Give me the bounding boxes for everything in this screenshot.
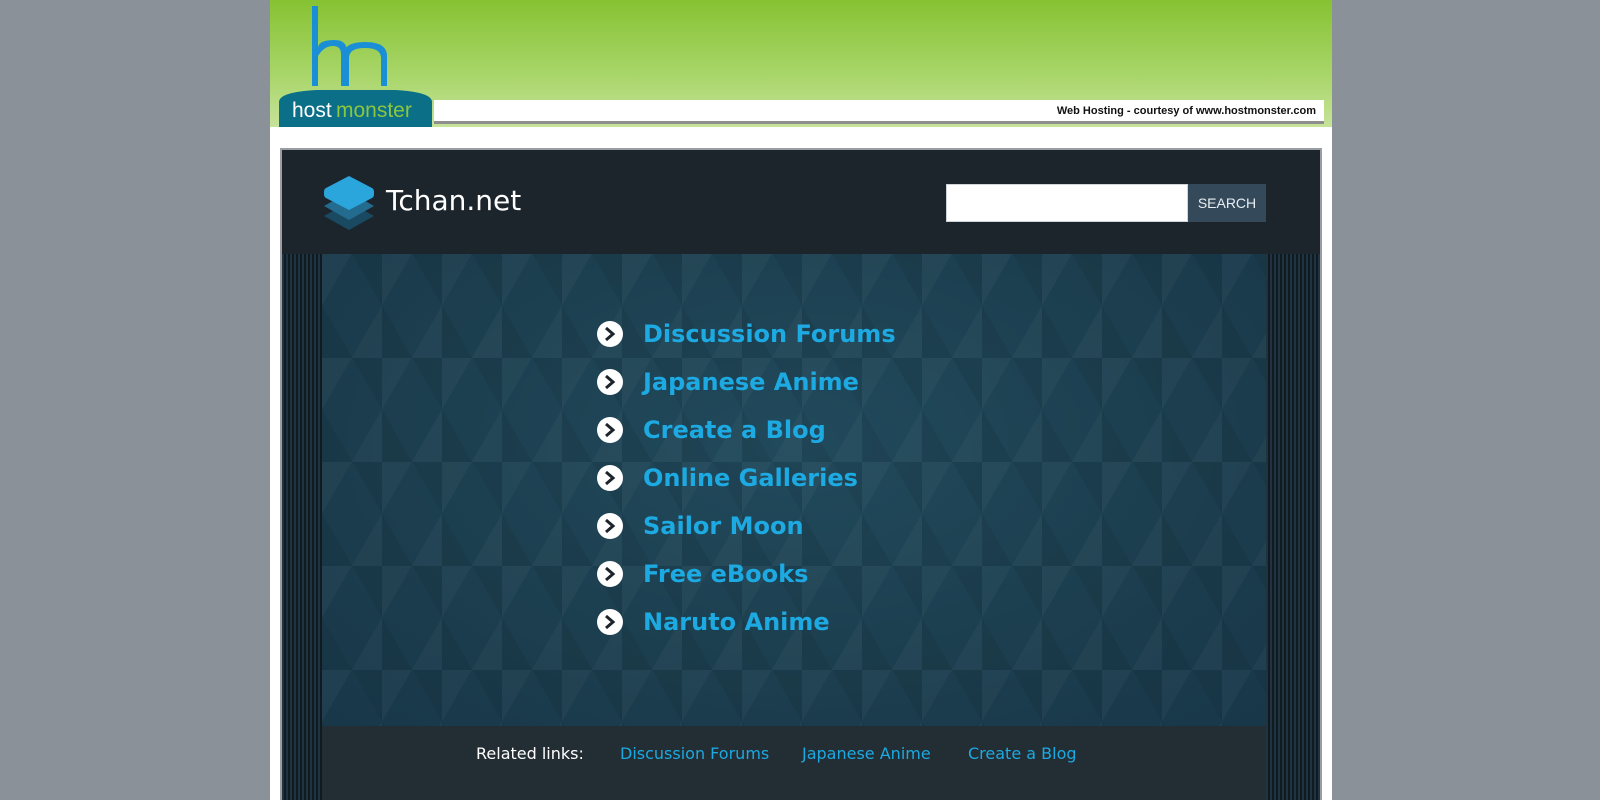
chevron-right-circle-icon bbox=[597, 513, 623, 539]
left-stripe-decoration bbox=[282, 254, 322, 800]
chevron-right-circle-icon bbox=[597, 369, 623, 395]
chevron-right-circle-icon bbox=[597, 561, 623, 587]
search-input[interactable] bbox=[946, 184, 1188, 222]
main-link-label[interactable]: Japanese Anime bbox=[643, 368, 859, 396]
stacked-layers-icon[interactable] bbox=[322, 172, 376, 234]
site-name[interactable]: Tchan.net bbox=[386, 184, 521, 217]
main-link-label[interactable]: Discussion Forums bbox=[643, 320, 896, 348]
main-link-label[interactable]: Sailor Moon bbox=[643, 512, 804, 540]
related-links-bar: Related links: Discussion Forums Japanes… bbox=[322, 726, 1266, 800]
main-link-sailor-moon[interactable]: Sailor Moon bbox=[597, 502, 896, 550]
main-link-free-ebooks[interactable]: Free eBooks bbox=[597, 550, 896, 598]
chevron-right-circle-icon bbox=[597, 321, 623, 347]
main-link-create-a-blog[interactable]: Create a Blog bbox=[597, 406, 896, 454]
right-stripe-decoration bbox=[1266, 254, 1320, 800]
related-link-create-a-blog[interactable]: Create a Blog bbox=[968, 744, 1077, 763]
main-links-list: Discussion Forums Japanese Anime Create … bbox=[597, 310, 896, 646]
main-link-label[interactable]: Create a Blog bbox=[643, 416, 826, 444]
links-panel: Discussion Forums Japanese Anime Create … bbox=[322, 254, 1266, 726]
courtesy-text[interactable]: Web Hosting - courtesy of www.hostmonste… bbox=[1057, 105, 1316, 117]
related-link-discussion-forums[interactable]: Discussion Forums bbox=[620, 744, 769, 763]
logo-text-monster: monster bbox=[336, 99, 412, 122]
chevron-right-circle-icon bbox=[597, 465, 623, 491]
related-links-title: Related links: bbox=[476, 744, 584, 763]
main-link-discussion-forums[interactable]: Discussion Forums bbox=[597, 310, 896, 358]
main-link-label[interactable]: Free eBooks bbox=[643, 560, 808, 588]
main-link-online-galleries[interactable]: Online Galleries bbox=[597, 454, 896, 502]
page-frame: host monster Web Hosting - courtesy of w… bbox=[270, 0, 1332, 800]
hostmonster-banner: host monster Web Hosting - courtesy of w… bbox=[270, 0, 1332, 127]
chevron-right-circle-icon bbox=[597, 609, 623, 635]
parked-page: Tchan.net SEARCH Discussion Forums Japan… bbox=[280, 148, 1322, 800]
related-link-japanese-anime[interactable]: Japanese Anime bbox=[802, 744, 931, 763]
main-link-naruto-anime[interactable]: Naruto Anime bbox=[597, 598, 896, 646]
courtesy-bar: Web Hosting - courtesy of www.hostmonste… bbox=[434, 100, 1324, 124]
hostmonster-logo[interactable]: host monster bbox=[277, 4, 434, 127]
site-header: Tchan.net SEARCH bbox=[282, 150, 1320, 254]
logo-text-host: host bbox=[292, 99, 332, 122]
search-button[interactable]: SEARCH bbox=[1188, 184, 1266, 222]
main-link-label[interactable]: Online Galleries bbox=[643, 464, 858, 492]
main-link-label[interactable]: Naruto Anime bbox=[643, 608, 830, 636]
main-link-japanese-anime[interactable]: Japanese Anime bbox=[597, 358, 896, 406]
chevron-right-circle-icon bbox=[597, 417, 623, 443]
